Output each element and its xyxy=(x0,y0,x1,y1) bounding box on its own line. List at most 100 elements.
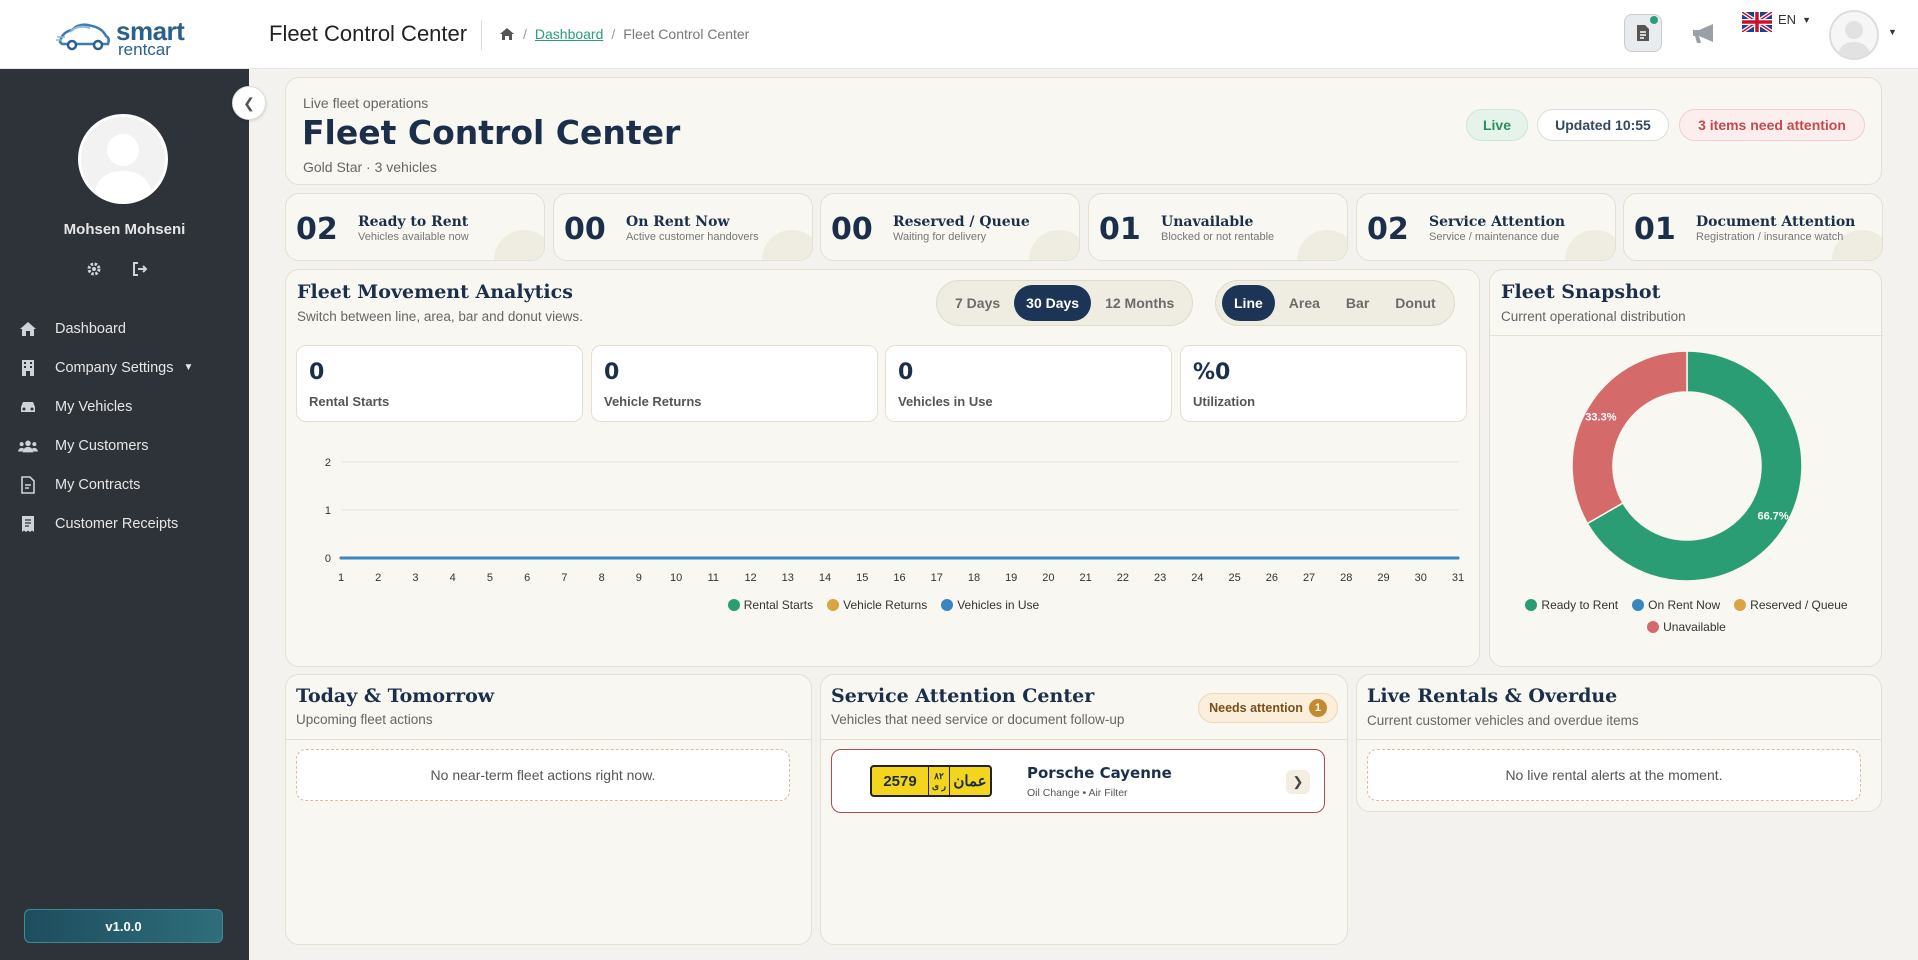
range-12-months-button[interactable]: 12 Months xyxy=(1093,285,1186,321)
legend-item[interactable]: Ready to Rent xyxy=(1525,598,1618,612)
stat-document-attention[interactable]: 01 Document Attention Registration / ins… xyxy=(1623,193,1883,261)
documents-button[interactable] xyxy=(1624,14,1662,52)
metric-vehicle-returns: 0 Vehicle Returns xyxy=(591,345,878,422)
version-badge: v1.0.0 xyxy=(24,909,223,943)
x-tick-label: 7 xyxy=(561,572,567,584)
x-tick-label: 14 xyxy=(819,572,831,584)
stat-on-rent-now[interactable]: 00 On Rent Now Active customer handovers xyxy=(553,193,813,261)
sidebar-item-my-contracts[interactable]: My Contracts xyxy=(0,465,249,504)
range-30-days-button[interactable]: 30 Days xyxy=(1014,285,1092,321)
stat-desc: Blocked or not rentable xyxy=(1161,231,1275,243)
legend-label: On Rent Now xyxy=(1648,598,1721,612)
fleet-snapshot-card: Fleet Snapshot Current operational distr… xyxy=(1489,269,1883,667)
service-item[interactable]: 2579 ٨٢ ر ى عمان Porsche Cayenne Oil Cha… xyxy=(831,749,1325,813)
user-avatar[interactable] xyxy=(1829,10,1879,60)
sidebar-item-company-settings[interactable]: Company Settings ▼ xyxy=(0,348,249,387)
sidebar-item-label: My Vehicles xyxy=(55,398,133,415)
brand-logo[interactable]: smart rentcar xyxy=(56,16,196,59)
stat-label: On Rent Now xyxy=(626,214,730,230)
sidebar-collapse-button[interactable]: ❮ xyxy=(232,86,266,120)
data-point xyxy=(823,556,827,560)
x-tick-label: 10 xyxy=(670,572,682,584)
legend-swatch xyxy=(727,599,740,611)
language-code: EN xyxy=(1778,12,1797,27)
home-icon xyxy=(18,320,38,338)
legend-item[interactable]: Unavailable xyxy=(1647,620,1726,634)
legend-item[interactable]: Rental Starts xyxy=(727,598,813,612)
caret-down-icon: ▼ xyxy=(183,362,194,373)
sidebar-item-my-customers[interactable]: My Customers xyxy=(0,426,249,465)
data-point xyxy=(600,556,604,560)
user-menu-caret-icon[interactable]: ▼ xyxy=(1888,27,1897,37)
sidebar-item-dashboard[interactable]: Dashboard xyxy=(0,309,249,348)
data-point xyxy=(1158,556,1162,560)
sidebar-item-customer-receipts[interactable]: Customer Receipts xyxy=(0,504,249,543)
stat-label: Service Attention xyxy=(1429,214,1566,230)
attention-badge[interactable]: 3 items need attention xyxy=(1679,109,1865,141)
data-point xyxy=(749,556,753,560)
data-point xyxy=(525,556,529,560)
y-tick-label: 2 xyxy=(325,457,331,469)
divider xyxy=(286,739,811,740)
metric-label: Utilization xyxy=(1193,394,1256,409)
announcements-button[interactable] xyxy=(1686,14,1724,52)
chevron-right-icon[interactable]: ❯ xyxy=(1286,770,1310,794)
donut-slice xyxy=(1571,350,1688,525)
gear-icon[interactable] xyxy=(86,261,102,277)
user-silhouette-icon xyxy=(81,117,165,201)
building-icon xyxy=(18,359,38,377)
plate-code: ٨٢ ر ى xyxy=(928,767,950,795)
legend-item[interactable]: On Rent Now xyxy=(1632,598,1720,612)
today-subtitle: Upcoming fleet actions xyxy=(296,712,433,727)
live-empty-state: No live rental alerts at the moment. xyxy=(1367,749,1861,801)
breadcrumb-dashboard-link[interactable]: Dashboard xyxy=(535,26,604,42)
logout-icon[interactable] xyxy=(132,261,148,277)
breadcrumb-separator: / xyxy=(523,26,527,42)
chart-type-bar-button[interactable]: Bar xyxy=(1334,285,1381,321)
divider xyxy=(481,20,482,50)
analytics-subtitle: Switch between line, area, bar and donut… xyxy=(297,309,583,324)
stat-unavailable[interactable]: 01 Unavailable Blocked or not rentable xyxy=(1088,193,1348,261)
stat-value: 02 xyxy=(296,212,338,247)
data-point xyxy=(1307,556,1311,560)
data-point xyxy=(1046,556,1050,560)
x-tick-label: 9 xyxy=(636,572,642,584)
stat-ready-to-rent[interactable]: 02 Ready to Rent Vehicles available now xyxy=(285,193,545,261)
x-tick-label: 31 xyxy=(1452,572,1464,584)
legend-item[interactable]: Vehicles in Use xyxy=(941,598,1039,612)
y-tick-label: 1 xyxy=(325,505,331,517)
sidebar-item-my-vehicles[interactable]: My Vehicles xyxy=(0,387,249,426)
stat-value: 00 xyxy=(831,212,873,247)
snapshot-subtitle: Current operational distribution xyxy=(1501,309,1686,324)
chart-type-area-button[interactable]: Area xyxy=(1277,285,1332,321)
legend-item[interactable]: Vehicle Returns xyxy=(827,598,927,612)
x-tick-label: 23 xyxy=(1154,572,1166,584)
range-selector: 7 Days 30 Days 12 Months xyxy=(936,280,1194,326)
line-chart: 0 1 2 1 2 3 4 5 6 7 8 9 10 11 12 13 14 15 16 17 18 19 20 21 22 23… xyxy=(286,440,1481,660)
sidebar-item-label: Dashboard xyxy=(55,320,126,337)
legend-item[interactable]: Reserved / Queue xyxy=(1734,598,1848,612)
x-tick-label: 30 xyxy=(1415,572,1427,584)
metric-value: 0 xyxy=(604,360,620,385)
home-icon[interactable] xyxy=(499,27,515,41)
legend-swatch xyxy=(1632,599,1645,611)
line-chart-svg: 0121 2 3 4 5 6 7 8 9 10 11 12 13 14 15 16 17 18 19 20 21 22 23… xyxy=(325,457,1464,584)
live-rentals-card: Live Rentals & Overdue Current customer … xyxy=(1356,674,1882,812)
data-point xyxy=(1084,556,1088,560)
plate-code-top: ٨٢ xyxy=(934,771,944,781)
legend-swatch xyxy=(1734,599,1747,611)
data-point xyxy=(339,556,343,560)
x-tick-label: 21 xyxy=(1080,572,1092,584)
language-selector[interactable]: EN ▼ xyxy=(1742,12,1811,32)
stat-service-attention[interactable]: 02 Service Attention Service / maintenan… xyxy=(1356,193,1616,261)
chart-type-selector: Line Area Bar Donut xyxy=(1215,280,1455,326)
chart-type-donut-button[interactable]: Donut xyxy=(1383,285,1447,321)
profile-avatar[interactable] xyxy=(78,114,168,204)
data-point xyxy=(711,556,715,560)
service-description: Oil Change • Air Filter xyxy=(1027,787,1128,799)
stat-reserved-queue[interactable]: 00 Reserved / Queue Waiting for delivery xyxy=(820,193,1080,261)
divider xyxy=(1490,335,1883,336)
range-7-days-button[interactable]: 7 Days xyxy=(943,285,1012,321)
chart-type-line-button[interactable]: Line xyxy=(1222,285,1275,321)
car-icon xyxy=(18,398,38,416)
